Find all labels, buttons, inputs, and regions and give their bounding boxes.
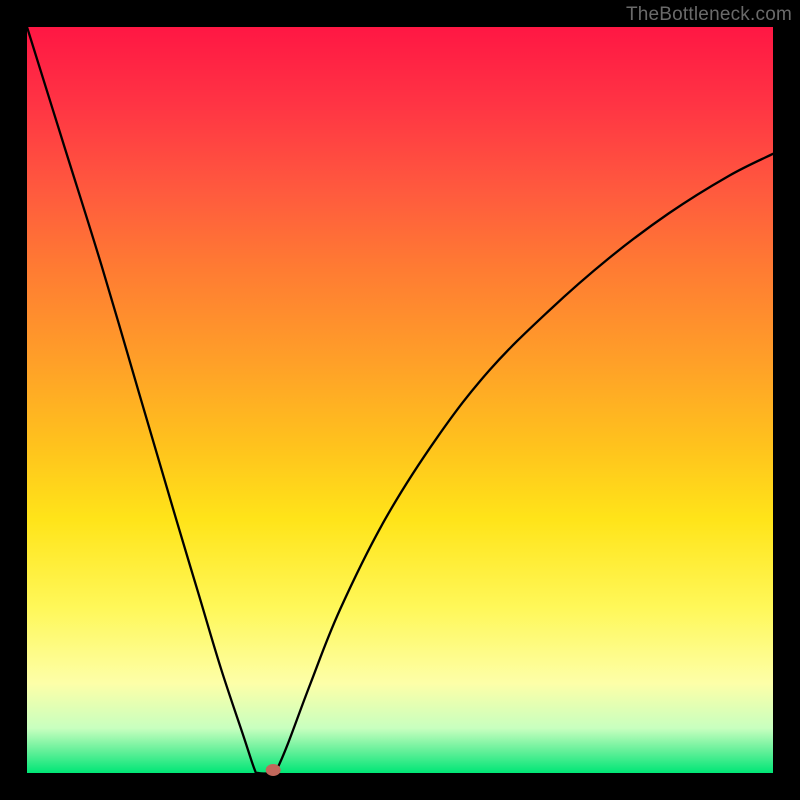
watermark-text: TheBottleneck.com: [626, 4, 792, 26]
plot-area: [27, 27, 773, 773]
chart-frame: TheBottleneck.com: [0, 0, 800, 800]
